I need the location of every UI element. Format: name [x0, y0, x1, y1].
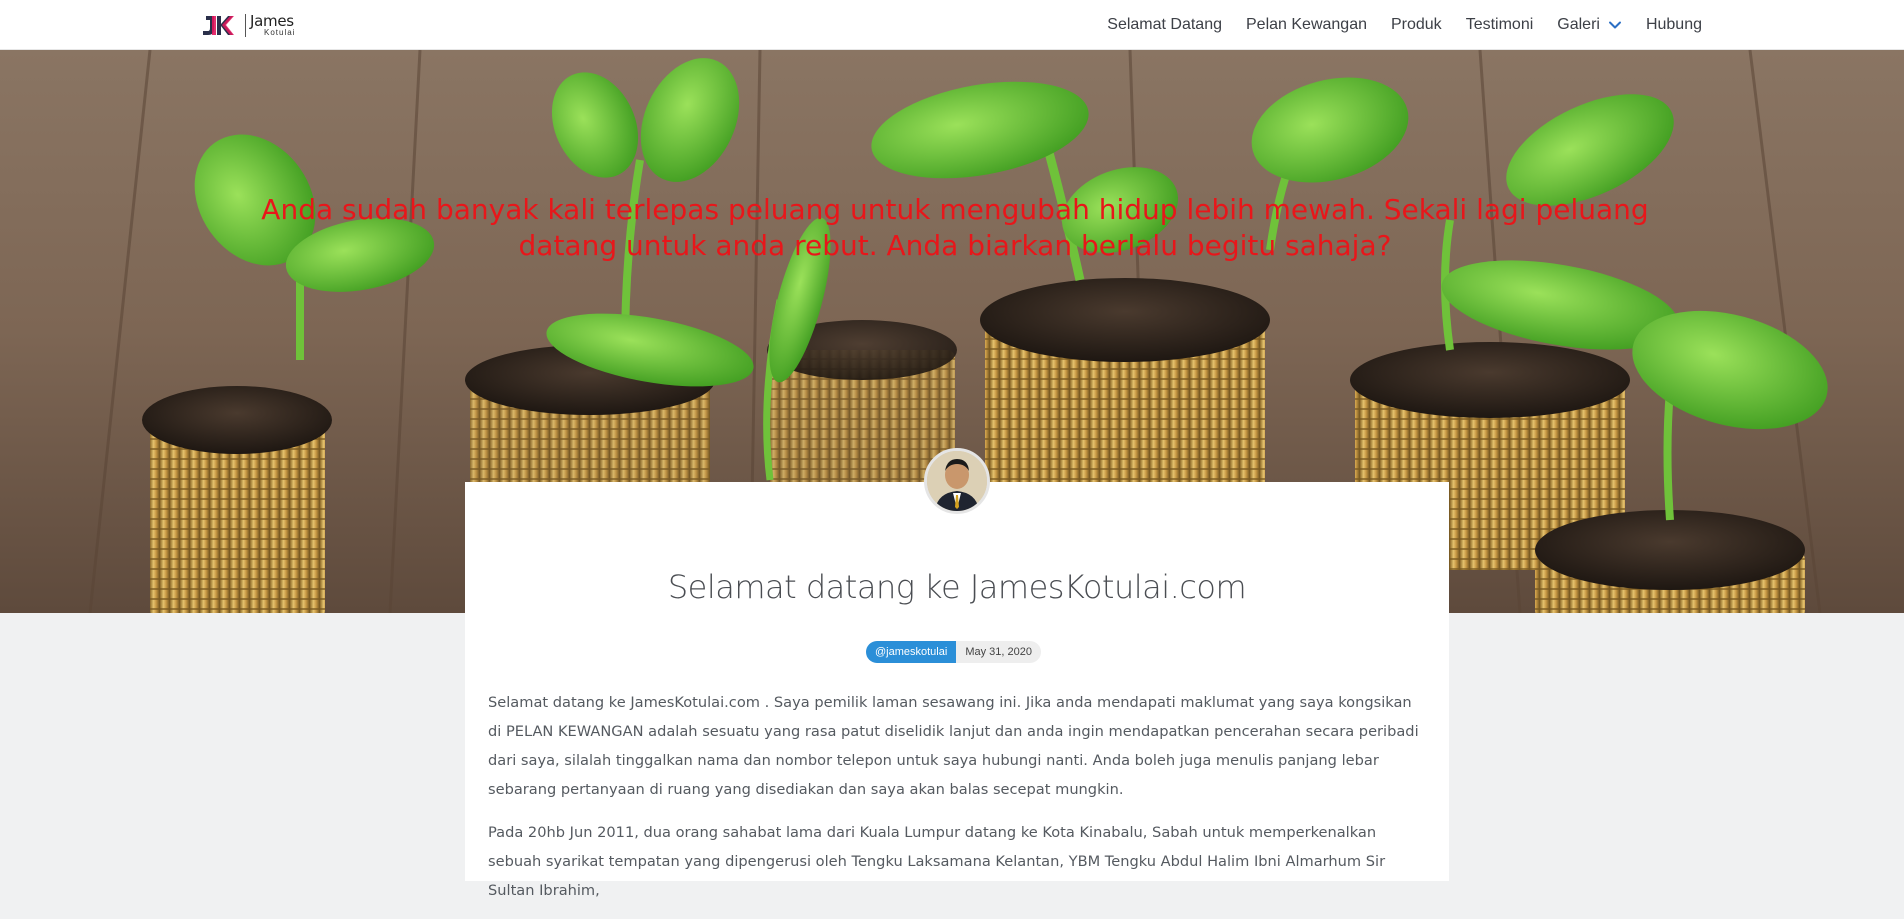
nav-hubung[interactable]: Hubung — [1634, 16, 1714, 34]
post-meta: @jameskotulai May 31, 2020 — [866, 641, 1041, 663]
hero-headline: Anda sudah banyak kali terlepas peluang … — [261, 193, 1649, 262]
nav-galeri-label: Galeri — [1557, 16, 1600, 33]
post-card: Selamat datang ke JamesKotulai.com @jame… — [465, 482, 1449, 899]
author-avatar — [924, 448, 990, 514]
post-date: May 31, 2020 — [956, 641, 1041, 663]
main-nav: Selamat Datang Pelan Kewangan Produk Tes… — [1095, 0, 1714, 50]
post-paragraph-2: Pada 20hb Jun 2011, dua orang sahabat la… — [488, 824, 1386, 899]
nav-selamat-datang[interactable]: Selamat Datang — [1095, 16, 1234, 34]
site-logo[interactable]: James Kotulai — [200, 12, 295, 38]
nav-testimoni[interactable]: Testimoni — [1454, 16, 1546, 34]
chevron-down-icon — [1608, 21, 1621, 29]
nav-pelan-kewangan[interactable]: Pelan Kewangan — [1234, 16, 1379, 34]
author-photo — [927, 451, 987, 511]
logo-wordmark: James Kotulai — [245, 11, 296, 37]
top-navbar: James Kotulai Selamat Datang Pelan Kewan… — [0, 0, 1904, 50]
post-body: Selamat datang ke JamesKotulai.com . Say… — [488, 688, 1428, 919]
post-title: Selamat datang ke JamesKotulai.com — [667, 568, 1247, 606]
nav-galeri[interactable]: Galeri — [1545, 16, 1634, 34]
nav-produk[interactable]: Produk — [1379, 16, 1454, 34]
logo-line1: James — [250, 11, 294, 30]
author-badge[interactable]: @jameskotulai — [866, 641, 957, 663]
logo-line2: Kotulai — [264, 27, 296, 37]
post-paragraph-1: Selamat datang ke JamesKotulai.com . Say… — [488, 694, 1419, 798]
jk-logo-mark-icon — [203, 16, 234, 35]
